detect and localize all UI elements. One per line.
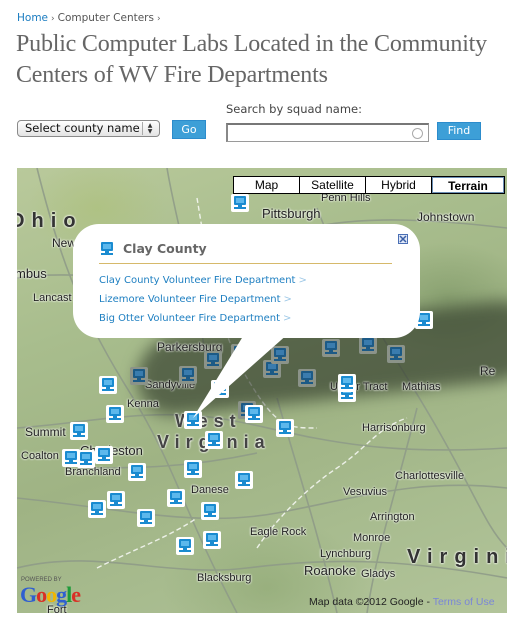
breadcrumb-computer-centers: Computer Centers [57, 12, 154, 24]
attribution-text: Map data ©2012 Google - [309, 596, 433, 608]
breadcrumb-separator: › [51, 14, 55, 24]
info-window-title: Clay County [123, 241, 207, 256]
page-title: Public Computer Labs Located in the Comm… [16, 31, 487, 88]
breadcrumb: Home › Computer Centers › [17, 12, 164, 24]
fire-dept-link-label: Clay County Volunteer Fire Department [99, 275, 296, 286]
terms-of-use-link[interactable]: Terms of Use [433, 596, 495, 608]
find-button[interactable]: Find [437, 122, 481, 140]
fire-dept-link[interactable]: Clay County Volunteer Fire Department > [99, 275, 307, 286]
chevron-right-icon: > [283, 313, 292, 324]
county-select-value: Select county name [25, 121, 140, 135]
google-logo[interactable]: Google [20, 582, 81, 608]
fire-dept-link[interactable]: Lizemore Volunteer Fire Department > [99, 294, 292, 305]
info-window-divider [99, 263, 392, 264]
fire-dept-link-label: Lizemore Volunteer Fire Department [99, 294, 281, 305]
map-attribution: Map data ©2012 Google - Terms of Use [309, 596, 495, 608]
breadcrumb-separator: › [156, 14, 161, 24]
county-select[interactable]: Select county name ▲ ▼ [17, 120, 160, 137]
fire-dept-link-label: Big Otter Volunteer Fire Department [99, 313, 281, 324]
search-label: Search by squad name: [226, 102, 362, 116]
search-clear-icon[interactable] [412, 128, 423, 139]
computer-icon [100, 241, 114, 260]
select-arrows-icon: ▲ ▼ [142, 122, 157, 135]
fire-dept-link[interactable]: Big Otter Volunteer Fire Department > [99, 313, 291, 324]
breadcrumb-home-link[interactable]: Home [17, 12, 48, 24]
go-button[interactable]: Go [172, 120, 206, 139]
chevron-right-icon: > [283, 294, 292, 305]
chevron-right-icon: > [298, 275, 307, 286]
close-icon[interactable] [398, 234, 408, 244]
map[interactable]: Ohio Pittsburgh Penn Hills Johnstown New… [17, 168, 507, 613]
squad-search-input[interactable] [226, 123, 429, 142]
